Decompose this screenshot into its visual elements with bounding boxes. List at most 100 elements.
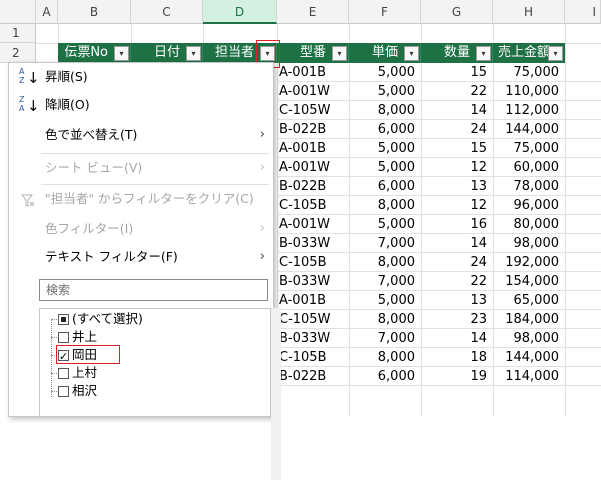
cell-sales[interactable]: 78,000 bbox=[493, 177, 565, 196]
cell-sales[interactable]: 75,000 bbox=[493, 139, 565, 158]
menu-separator bbox=[41, 153, 269, 154]
chevron-right-icon: › bbox=[259, 249, 265, 264]
cell-model[interactable]: C-105B bbox=[277, 196, 349, 215]
cell-model[interactable]: A-001B bbox=[277, 291, 349, 310]
column-header-e[interactable]: E bbox=[277, 0, 349, 24]
cell-price[interactable]: 7,000 bbox=[349, 329, 421, 348]
cell-quantity[interactable]: 15 bbox=[421, 139, 493, 158]
cell-quantity[interactable]: 24 bbox=[421, 120, 493, 139]
column-header-g[interactable]: G bbox=[421, 0, 493, 24]
cell-sales[interactable]: 110,000 bbox=[493, 82, 565, 101]
cell-quantity[interactable]: 18 bbox=[421, 348, 493, 367]
menu-text-filter[interactable]: テキスト フィルター(F) › bbox=[9, 245, 273, 269]
color-filter-label: 色フィルター(I) bbox=[45, 221, 134, 236]
cell-model[interactable]: B-022B bbox=[277, 177, 349, 196]
cell-price[interactable]: 8,000 bbox=[349, 348, 421, 367]
cell-quantity[interactable]: 15 bbox=[421, 63, 493, 82]
cell-quantity[interactable]: 14 bbox=[421, 234, 493, 253]
cell-price[interactable]: 6,000 bbox=[349, 177, 421, 196]
cell-sales[interactable]: 75,000 bbox=[493, 63, 565, 82]
cell-price[interactable]: 5,000 bbox=[349, 82, 421, 101]
column-header-f[interactable]: F bbox=[349, 0, 421, 24]
select-all-corner[interactable] bbox=[0, 0, 36, 24]
list-scrollbar[interactable] bbox=[271, 308, 281, 480]
cell-price[interactable]: 7,000 bbox=[349, 272, 421, 291]
cell-model[interactable]: A-001B bbox=[277, 63, 349, 82]
cell-price[interactable]: 5,000 bbox=[349, 63, 421, 82]
checkbox-aizawa[interactable] bbox=[58, 386, 69, 397]
cell-price[interactable]: 6,000 bbox=[349, 367, 421, 386]
cell-model[interactable]: A-001B bbox=[277, 139, 349, 158]
cell-quantity[interactable]: 12 bbox=[421, 158, 493, 177]
checkbox-uemura[interactable] bbox=[58, 368, 69, 379]
cell-model[interactable]: B-033W bbox=[277, 272, 349, 291]
filter-dropdown-voucher-no[interactable]: ▾ bbox=[114, 46, 129, 61]
cell-sales[interactable]: 60,000 bbox=[493, 158, 565, 177]
cell-sales[interactable]: 144,000 bbox=[493, 348, 565, 367]
cell-price[interactable]: 8,000 bbox=[349, 196, 421, 215]
cell-model[interactable]: A-001W bbox=[277, 82, 349, 101]
cell-price[interactable]: 8,000 bbox=[349, 101, 421, 120]
filter-dropdown-quantity[interactable]: ▾ bbox=[476, 46, 491, 61]
cell-quantity[interactable]: 13 bbox=[421, 177, 493, 196]
filter-dropdown-sales[interactable]: ▾ bbox=[548, 46, 563, 61]
cell-sales[interactable]: 144,000 bbox=[493, 120, 565, 139]
filter-dropdown-model[interactable]: ▾ bbox=[332, 46, 347, 61]
cell-price[interactable]: 5,000 bbox=[349, 139, 421, 158]
cell-model[interactable]: A-001W bbox=[277, 215, 349, 234]
cell-model[interactable]: A-001W bbox=[277, 158, 349, 177]
cell-model[interactable]: C-105W bbox=[277, 310, 349, 329]
cell-price[interactable]: 5,000 bbox=[349, 215, 421, 234]
cell-quantity[interactable]: 14 bbox=[421, 101, 493, 120]
cell-model[interactable]: C-105B bbox=[277, 253, 349, 272]
cell-price[interactable]: 7,000 bbox=[349, 234, 421, 253]
cell-quantity[interactable]: 24 bbox=[421, 253, 493, 272]
cell-quantity[interactable]: 12 bbox=[421, 196, 493, 215]
chevron-right-icon: › bbox=[259, 221, 265, 236]
column-header-h[interactable]: H bbox=[493, 0, 565, 24]
cell-model[interactable]: B-022B bbox=[277, 367, 349, 386]
cell-quantity[interactable]: 19 bbox=[421, 367, 493, 386]
cell-sales[interactable]: 154,000 bbox=[493, 272, 565, 291]
row-header-1[interactable]: 1 bbox=[0, 24, 36, 43]
column-header-b[interactable]: B bbox=[58, 0, 131, 24]
checkbox-inoue[interactable] bbox=[58, 332, 69, 343]
cell-model[interactable]: C-105B bbox=[277, 348, 349, 367]
cell-sales[interactable]: 80,000 bbox=[493, 215, 565, 234]
row-header-2[interactable]: 2 bbox=[0, 43, 36, 63]
cell-quantity[interactable]: 23 bbox=[421, 310, 493, 329]
column-header-i[interactable]: I bbox=[565, 0, 601, 24]
menu-sort-by-color[interactable]: 色で並べ替え(T) › bbox=[9, 123, 273, 147]
cell-sales[interactable]: 114,000 bbox=[493, 367, 565, 386]
cell-price[interactable]: 8,000 bbox=[349, 253, 421, 272]
cell-model[interactable]: B-033W bbox=[277, 234, 349, 253]
cell-price[interactable]: 5,000 bbox=[349, 158, 421, 177]
cell-sales[interactable]: 184,000 bbox=[493, 310, 565, 329]
cell-quantity[interactable]: 16 bbox=[421, 215, 493, 234]
cell-price[interactable]: 5,000 bbox=[349, 291, 421, 310]
filter-search-input[interactable]: 検索 bbox=[39, 279, 268, 301]
column-header-c[interactable]: C bbox=[131, 0, 203, 24]
cell-quantity[interactable]: 14 bbox=[421, 329, 493, 348]
cell-model[interactable]: B-033W bbox=[277, 329, 349, 348]
menu-sort-ascending[interactable]: A Z ↓ 昇順(S) bbox=[9, 65, 273, 89]
cell-price[interactable]: 8,000 bbox=[349, 310, 421, 329]
filter-dropdown-price[interactable]: ▾ bbox=[404, 46, 419, 61]
menu-sort-descending[interactable]: Z A ↓ 降順(O) bbox=[9, 93, 273, 117]
column-header-d[interactable]: D bbox=[203, 0, 277, 24]
cell-model[interactable]: B-022B bbox=[277, 120, 349, 139]
column-header-a[interactable]: A bbox=[36, 0, 58, 24]
cell-price[interactable]: 6,000 bbox=[349, 120, 421, 139]
checkbox-select-all[interactable] bbox=[58, 314, 69, 325]
cell-sales[interactable]: 96,000 bbox=[493, 196, 565, 215]
cell-sales[interactable]: 192,000 bbox=[493, 253, 565, 272]
cell-quantity[interactable]: 22 bbox=[421, 272, 493, 291]
cell-sales[interactable]: 98,000 bbox=[493, 234, 565, 253]
cell-sales[interactable]: 65,000 bbox=[493, 291, 565, 310]
filter-dropdown-date[interactable]: ▾ bbox=[186, 46, 201, 61]
cell-quantity[interactable]: 22 bbox=[421, 82, 493, 101]
cell-sales[interactable]: 98,000 bbox=[493, 329, 565, 348]
cell-model[interactable]: C-105W bbox=[277, 101, 349, 120]
cell-quantity[interactable]: 13 bbox=[421, 291, 493, 310]
cell-sales[interactable]: 112,000 bbox=[493, 101, 565, 120]
